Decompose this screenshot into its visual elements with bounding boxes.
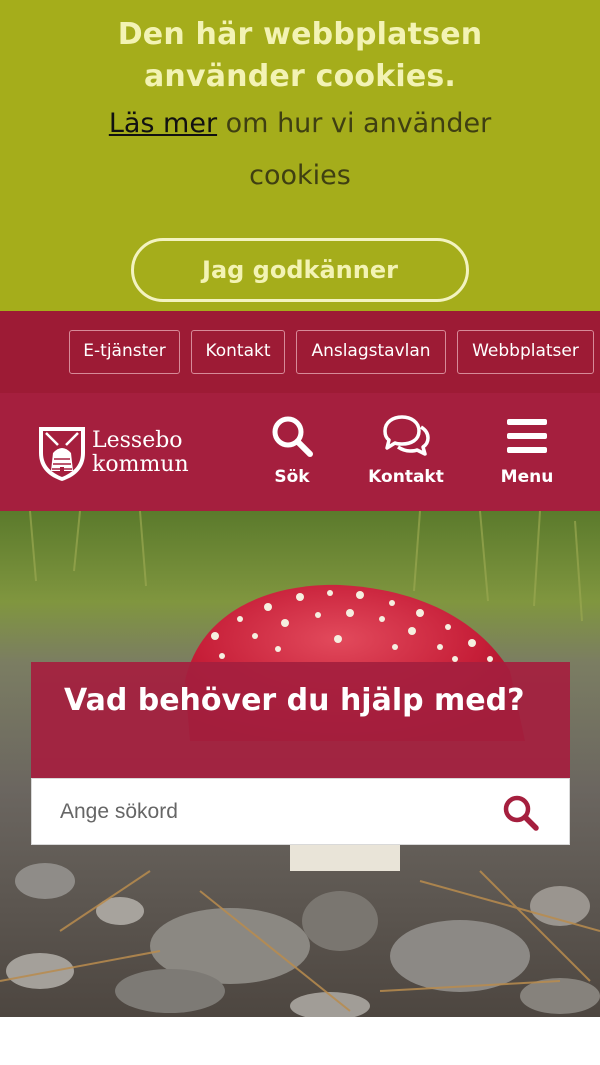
- top-links-bar: E-tjänster Kontakt Anslagstavlan Webbpla…: [0, 311, 600, 393]
- cookie-banner: Den här webbplatsen använder cookies. Lä…: [0, 0, 600, 311]
- top-link-notice-board[interactable]: Anslagstavlan: [296, 330, 446, 374]
- logo[interactable]: Lessebo kommun: [36, 423, 216, 483]
- site-header: Lessebo kommun Sök Kontakt Menu: [0, 393, 600, 511]
- search-icon: [503, 795, 539, 831]
- cookie-text: Läs mer om hur vi använder cookies: [70, 98, 530, 202]
- read-more-link[interactable]: Läs mer: [109, 108, 217, 139]
- top-link-websites[interactable]: Webbplatser: [457, 330, 594, 374]
- top-link-e-services[interactable]: E-tjänster: [69, 330, 180, 374]
- coat-of-arms-icon: [39, 427, 85, 481]
- top-link-contact[interactable]: Kontakt: [191, 330, 285, 374]
- cookie-title: Den här webbplatsen använder cookies.: [0, 14, 600, 98]
- search-button-label: Sök: [274, 467, 310, 487]
- accept-cookies-button[interactable]: Jag godkänner: [131, 238, 469, 302]
- menu-button-label: Menu: [500, 467, 554, 487]
- search-input[interactable]: [32, 779, 492, 844]
- hamburger-icon: [507, 419, 547, 453]
- cookie-title-line2: använder cookies.: [143, 59, 457, 94]
- logo-text: Lessebo kommun: [92, 429, 189, 477]
- search-form: [31, 778, 570, 845]
- logo-line1: Lessebo: [92, 428, 183, 453]
- chat-bubbles-icon: [383, 415, 430, 456]
- search-button[interactable]: Sök: [262, 413, 322, 493]
- menu-button[interactable]: Menu: [494, 413, 560, 493]
- contact-button-label: Kontakt: [368, 467, 444, 487]
- help-title: Vad behöver du hjälp med?: [64, 683, 525, 718]
- cookie-title-line1: Den här webbplatsen: [117, 17, 483, 52]
- cookie-text-rest: om hur vi använder cookies: [217, 108, 492, 191]
- logo-line2: kommun: [92, 452, 189, 477]
- search-submit-button[interactable]: [501, 793, 541, 833]
- help-box: Vad behöver du hjälp med?: [31, 662, 570, 778]
- contact-button[interactable]: Kontakt: [360, 413, 452, 493]
- page-bottom: [0, 1017, 600, 1065]
- search-icon: [272, 416, 313, 457]
